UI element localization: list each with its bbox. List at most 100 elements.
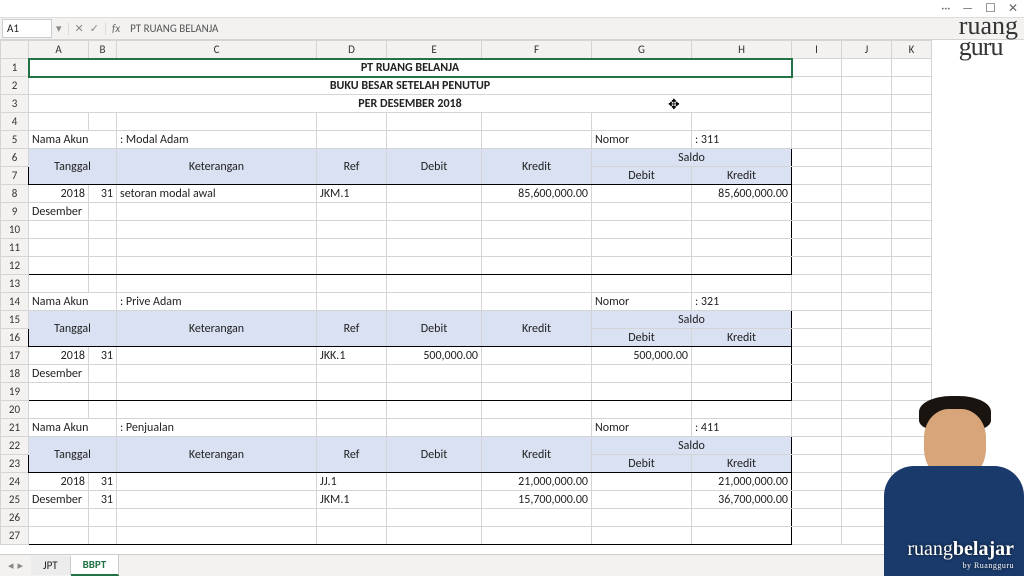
cell[interactable]: Saldo bbox=[592, 149, 792, 167]
tab-prev-icon[interactable]: ◂ bbox=[8, 559, 14, 572]
cell[interactable]: 85,600,000.00 bbox=[692, 185, 792, 203]
cell[interactable]: : 311 bbox=[692, 131, 792, 149]
row-header[interactable]: 8 bbox=[1, 185, 29, 203]
cell[interactable]: JKM.1 bbox=[317, 185, 387, 203]
col-header[interactable]: E bbox=[387, 41, 482, 59]
row-header[interactable]: 16 bbox=[1, 329, 29, 347]
cell[interactable]: Debit bbox=[387, 437, 482, 473]
cell[interactable]: Kredit bbox=[692, 455, 792, 473]
cell[interactable]: Tanggal bbox=[29, 311, 117, 347]
cell[interactable]: 36,700,000.00 bbox=[692, 491, 792, 509]
cell[interactable]: 85,600,000.00 bbox=[482, 185, 592, 203]
col-header[interactable]: D bbox=[317, 41, 387, 59]
cell[interactable]: Desember bbox=[29, 491, 89, 509]
cell[interactable]: Kredit bbox=[482, 149, 592, 185]
cell[interactable]: Nomor bbox=[592, 419, 692, 437]
cell[interactable]: 31 bbox=[89, 473, 117, 491]
tab-next-icon[interactable]: ▸ bbox=[18, 559, 24, 572]
cell[interactable]: Keterangan bbox=[117, 311, 317, 347]
cell[interactable]: JJ.1 bbox=[317, 473, 387, 491]
cell[interactable]: Keterangan bbox=[117, 437, 317, 473]
row-header[interactable]: 22 bbox=[1, 437, 29, 455]
cell[interactable]: PT RUANG BELANJA bbox=[29, 59, 792, 77]
row-header[interactable]: 11 bbox=[1, 239, 29, 257]
col-header[interactable]: F bbox=[482, 41, 592, 59]
cell[interactable]: 500,000.00 bbox=[387, 347, 482, 365]
cell[interactable]: Desember bbox=[29, 203, 89, 221]
row-header[interactable]: 14 bbox=[1, 293, 29, 311]
cell[interactable]: Kredit bbox=[692, 329, 792, 347]
cell[interactable]: 2018 bbox=[29, 347, 89, 365]
cell[interactable]: Debit bbox=[592, 455, 692, 473]
cell[interactable]: Saldo bbox=[592, 311, 792, 329]
row-header[interactable]: 9 bbox=[1, 203, 29, 221]
cell[interactable] bbox=[592, 185, 692, 203]
spreadsheet[interactable]: A B C D E F G H I J K 1 PT RUANG BELANJA… bbox=[0, 40, 1024, 545]
cell[interactable]: : Prive Adam bbox=[117, 293, 317, 311]
col-header[interactable]: H bbox=[692, 41, 792, 59]
confirm-icon[interactable]: ✓ bbox=[90, 22, 99, 35]
col-header[interactable]: B bbox=[89, 41, 117, 59]
col-header[interactable]: K bbox=[892, 41, 932, 59]
cell[interactable]: JKK.1 bbox=[317, 347, 387, 365]
cell[interactable]: 31 bbox=[89, 491, 117, 509]
cell[interactable] bbox=[117, 347, 317, 365]
row-header[interactable]: 19 bbox=[1, 383, 29, 401]
cell[interactable]: Tanggal bbox=[29, 149, 117, 185]
cell[interactable]: Ref bbox=[317, 437, 387, 473]
cell[interactable]: BUKU BESAR SETELAH PENUTUP bbox=[29, 77, 792, 95]
row-header[interactable]: 17 bbox=[1, 347, 29, 365]
cell[interactable]: Saldo bbox=[592, 437, 792, 455]
cell[interactable]: Desember bbox=[29, 365, 89, 383]
cell[interactable]: Ref bbox=[317, 311, 387, 347]
col-header[interactable]: G bbox=[592, 41, 692, 59]
cell[interactable]: Keterangan bbox=[117, 149, 317, 185]
tab-bbpt[interactable]: BBPT bbox=[71, 555, 120, 576]
cell[interactable] bbox=[387, 185, 482, 203]
menu-icon[interactable]: ··· bbox=[941, 2, 950, 16]
cell[interactable]: : 321 bbox=[692, 293, 792, 311]
row-header[interactable]: 27 bbox=[1, 527, 29, 545]
cell[interactable]: : Modal Adam bbox=[117, 131, 317, 149]
cell[interactable]: 21,000,000.00 bbox=[482, 473, 592, 491]
cell[interactable]: Tanggal bbox=[29, 437, 117, 473]
row-header[interactable]: 10 bbox=[1, 221, 29, 239]
select-all-corner[interactable] bbox=[1, 41, 29, 59]
fx-icon[interactable]: fx bbox=[106, 22, 126, 35]
cell[interactable]: : Penjualan bbox=[117, 419, 317, 437]
col-header[interactable]: C bbox=[117, 41, 317, 59]
row-header[interactable]: 5 bbox=[1, 131, 29, 149]
name-box-dropdown-icon[interactable]: ▾ bbox=[56, 22, 68, 35]
col-header[interactable]: I bbox=[792, 41, 842, 59]
cell[interactable]: 31 bbox=[89, 347, 117, 365]
cell[interactable]: JKM.1 bbox=[317, 491, 387, 509]
cell[interactable]: Kredit bbox=[482, 437, 592, 473]
cancel-icon[interactable]: ✕ bbox=[75, 22, 84, 35]
row-header[interactable]: 3 bbox=[1, 95, 29, 113]
cell[interactable]: 2018 bbox=[29, 473, 89, 491]
tab-jpt[interactable]: JPT bbox=[31, 556, 71, 575]
cell[interactable]: Nama Akun bbox=[29, 293, 117, 311]
cell[interactable]: Nama Akun bbox=[29, 131, 117, 149]
cell[interactable] bbox=[692, 347, 792, 365]
row-header[interactable]: 1 bbox=[1, 59, 29, 77]
row-header[interactable]: 7 bbox=[1, 167, 29, 185]
cell[interactable] bbox=[482, 347, 592, 365]
cell[interactable]: Ref bbox=[317, 149, 387, 185]
cell[interactable]: Debit bbox=[387, 311, 482, 347]
name-box[interactable]: A1 bbox=[2, 19, 52, 38]
cell[interactable]: Nomor bbox=[592, 131, 692, 149]
row-header[interactable]: 21 bbox=[1, 419, 29, 437]
cell[interactable]: 31 bbox=[89, 185, 117, 203]
row-header[interactable]: 13 bbox=[1, 275, 29, 293]
cell[interactable]: Kredit bbox=[692, 167, 792, 185]
formula-input[interactable]: PT RUANG BELANJA bbox=[126, 20, 1024, 37]
row-header[interactable]: 25 bbox=[1, 491, 29, 509]
cell[interactable]: 15,700,000.00 bbox=[482, 491, 592, 509]
cell[interactable]: Debit bbox=[387, 149, 482, 185]
row-header[interactable]: 20 bbox=[1, 401, 29, 419]
cell[interactable]: 21,000,000.00 bbox=[692, 473, 792, 491]
cell[interactable]: : 411 bbox=[692, 419, 792, 437]
col-header[interactable]: J bbox=[842, 41, 892, 59]
cell[interactable]: setoran modal awal bbox=[117, 185, 317, 203]
